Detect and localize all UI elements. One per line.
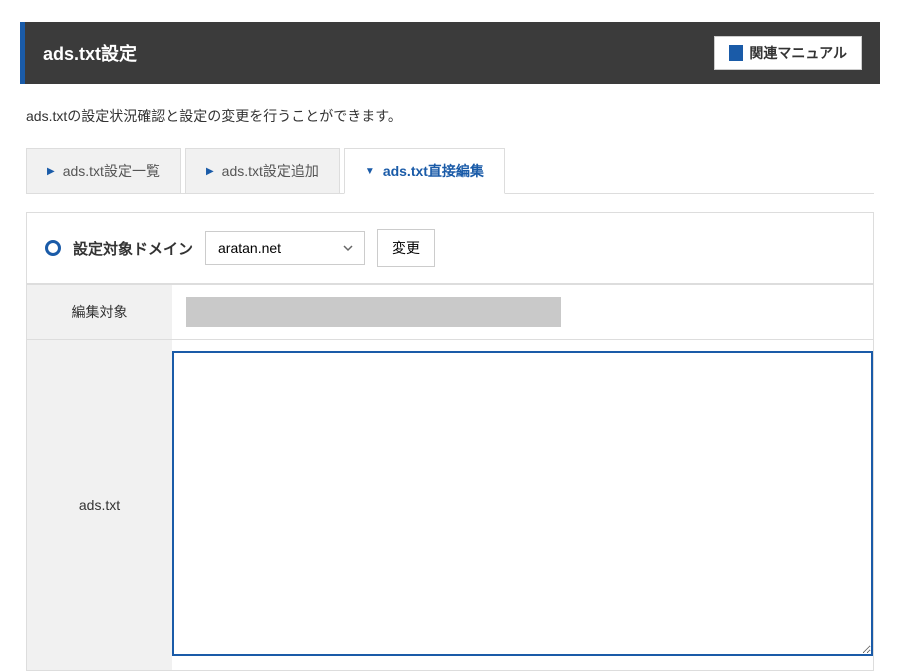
domain-select[interactable]: aratan.net — [205, 231, 365, 265]
tab-label: ads.txt設定一覧 — [63, 161, 160, 181]
adstxt-cell — [172, 340, 873, 670]
domain-label: 設定対象ドメイン — [73, 238, 193, 259]
manual-icon — [729, 45, 743, 61]
row-adstxt: ads.txt — [27, 340, 873, 670]
tabs-container: ▶ ads.txt設定一覧 ▶ ads.txt設定追加 ▼ ads.txt直接編… — [26, 148, 874, 194]
adstxt-textarea[interactable] — [172, 351, 873, 656]
row-edit-target: 編集対象 — [27, 285, 873, 340]
page-header: ads.txt設定 関連マニュアル — [20, 22, 880, 84]
chevron-down-icon: ▼ — [365, 166, 375, 177]
tab-adstxt-direct-edit[interactable]: ▼ ads.txt直接編集 — [344, 148, 505, 194]
tab-label: ads.txt直接編集 — [383, 161, 484, 181]
change-button[interactable]: 変更 — [377, 229, 435, 267]
edit-target-display — [186, 297, 561, 327]
edit-target-cell — [172, 285, 873, 340]
edit-target-label: 編集対象 — [27, 285, 172, 340]
domain-selector-row: 設定対象ドメイン aratan.net 変更 — [27, 213, 873, 284]
manual-button-label: 関連マニュアル — [749, 43, 847, 63]
chevron-right-icon: ▶ — [47, 166, 55, 177]
tab-adstxt-add[interactable]: ▶ ads.txt設定追加 — [185, 148, 340, 193]
page-title: ads.txt設定 — [43, 40, 137, 66]
tab-adstxt-list[interactable]: ▶ ads.txt設定一覧 — [26, 148, 181, 193]
related-manual-button[interactable]: 関連マニュアル — [714, 36, 862, 70]
radio-icon[interactable] — [45, 240, 61, 256]
page-description: ads.txtの設定状況確認と設定の変更を行うことができます。 — [26, 106, 874, 126]
chevron-right-icon: ▶ — [206, 166, 214, 177]
settings-panel: 設定対象ドメイン aratan.net 変更 編集対象 ads.txt — [26, 212, 874, 671]
form-table: 編集対象 ads.txt — [27, 284, 873, 670]
adstxt-label: ads.txt — [27, 340, 172, 670]
tab-label: ads.txt設定追加 — [222, 161, 319, 181]
